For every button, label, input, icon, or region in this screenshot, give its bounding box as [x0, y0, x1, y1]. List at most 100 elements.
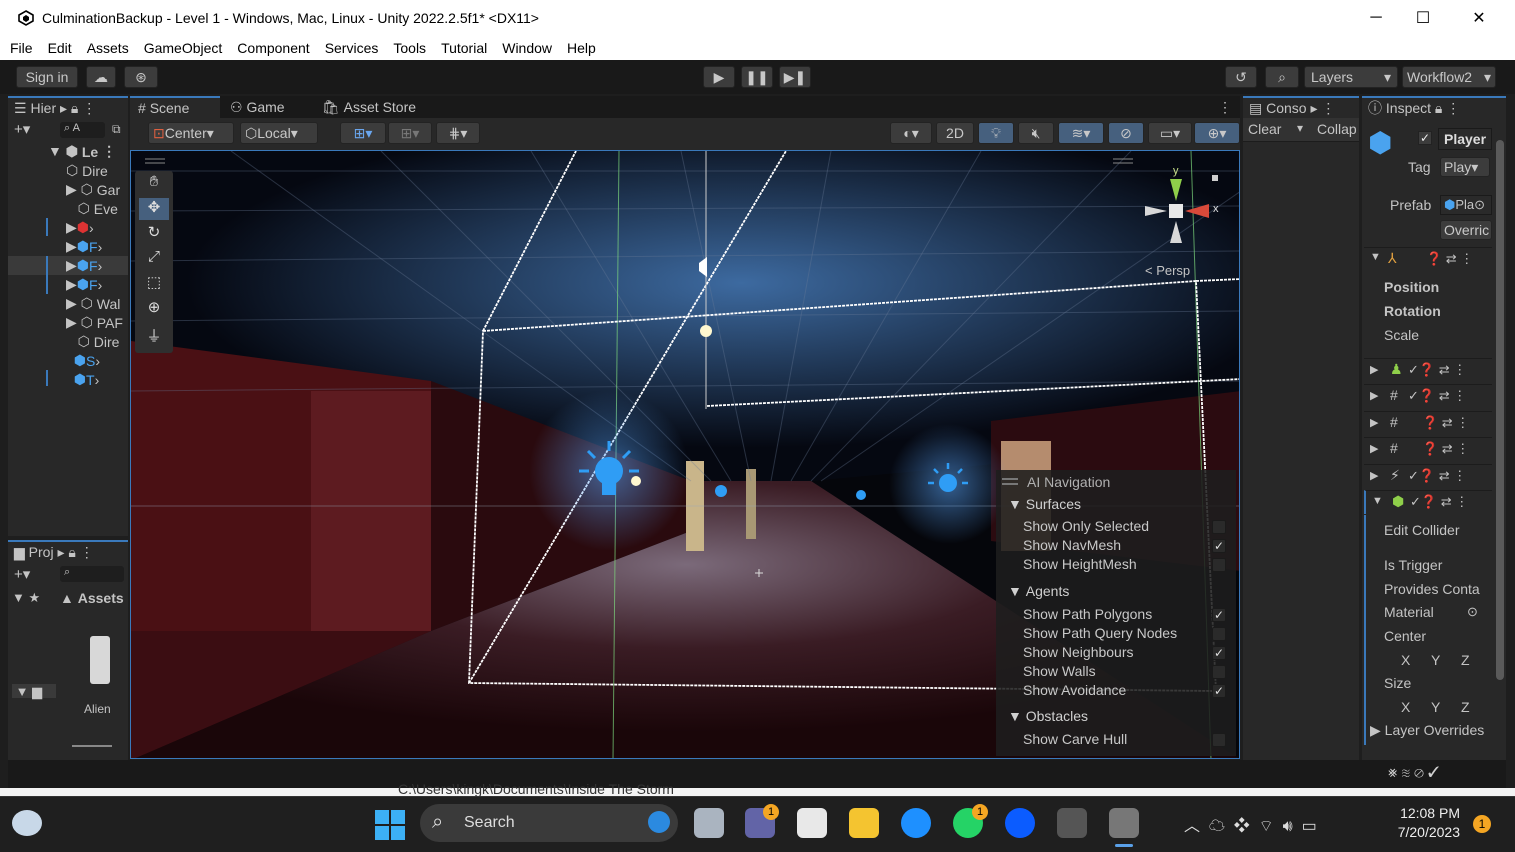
component-header[interactable]: ▶ ⚡︎ ✓❓ ⇄ ⋮: [1364, 464, 1492, 488]
gizmos-dropdown[interactable]: ⊕▾: [1194, 122, 1240, 144]
hierarchy-item[interactable]: ⬢ S ›: [66, 351, 100, 370]
collapse-button[interactable]: Collap: [1317, 121, 1357, 137]
transform-tool-icon[interactable]: ⊕: [139, 298, 169, 320]
show-only-selected-checkbox[interactable]: [1212, 520, 1226, 534]
tab-console[interactable]: ▤ Conso ▸ ⋮: [1243, 96, 1359, 118]
minimize-button[interactable]: ─: [1353, 0, 1399, 36]
tab-asset-store[interactable]: 🛍︎ Asset Store: [322, 96, 432, 118]
menu-tools[interactable]: Tools: [393, 40, 426, 56]
unity-hub-icon[interactable]: [1057, 808, 1087, 838]
component-header[interactable]: ▶ # ✓❓ ⇄ ⋮: [1364, 384, 1492, 408]
show-heightmesh-checkbox[interactable]: [1212, 558, 1226, 572]
hierarchy-item[interactable]: ⬡ Dire: [66, 332, 120, 351]
lock-icon[interactable]: 🔒︎ ⋮: [1431, 100, 1460, 117]
center-x-label[interactable]: X: [1401, 652, 1410, 668]
transform-component-header[interactable]: ▼ ⅄ ❓ ⇄ ⋮: [1364, 247, 1492, 271]
custom-tool-icon[interactable]: ⏚: [139, 325, 169, 347]
clock-time[interactable]: 12:08 PM: [1398, 805, 1460, 821]
store-icon[interactable]: [797, 808, 827, 838]
component-tools-icon[interactable]: ❓ ⇄ ⋮: [1422, 415, 1469, 431]
rotation-label[interactable]: Rotation: [1384, 303, 1441, 319]
pause-button[interactable]: ❚❚: [741, 66, 773, 88]
move-tool-icon[interactable]: ✥: [139, 198, 169, 220]
taskbar-search[interactable]: ⌕ Search: [420, 804, 678, 842]
cloud-icon[interactable]: ☁: [86, 66, 116, 88]
rotate-tool-icon[interactable]: ↻: [139, 223, 169, 245]
object-picker-icon[interactable]: ⊙: [1467, 604, 1478, 620]
tab-project[interactable]: ▆ Proj ▸ 🔒︎ ⋮: [8, 540, 128, 562]
draw-mode-dropdown[interactable]: ◐▾: [890, 122, 932, 144]
component-header[interactable]: ▶ ♟ ✓❓ ⇄ ⋮: [1364, 358, 1492, 382]
active-checkbox[interactable]: ✓: [1418, 131, 1432, 145]
scene-filter-icon[interactable]: ⧉: [112, 122, 121, 137]
notification-badge[interactable]: 1: [1473, 815, 1491, 833]
pivot-dropdown[interactable]: ⊡ Center ▾: [148, 122, 234, 144]
hierarchy-item[interactable]: ▶ ⬢ F ›: [66, 275, 102, 294]
size-y-label[interactable]: Y: [1431, 699, 1440, 715]
hierarchy-search-input[interactable]: ⌕ A: [60, 122, 105, 138]
menu-help[interactable]: Help: [567, 40, 596, 56]
size-x-label[interactable]: X: [1401, 699, 1410, 715]
windows-start-icon[interactable]: [375, 810, 405, 840]
play-button[interactable]: ▶: [703, 66, 735, 88]
layer-overrides-foldout[interactable]: ▶ Layer Overrides: [1370, 722, 1492, 739]
audio-toggle-icon[interactable]: 🔇︎: [1018, 122, 1054, 144]
step-button[interactable]: ▶❚: [779, 66, 811, 88]
collab-icon[interactable]: ⊛: [124, 66, 158, 88]
mode-2d-button[interactable]: 2D: [936, 122, 974, 144]
close-button[interactable]: ✕: [1456, 0, 1502, 36]
unity-editor-icon[interactable]: [1109, 808, 1139, 838]
sign-in-button[interactable]: Sign in: [16, 66, 78, 88]
scale-tool-icon[interactable]: ⤢: [139, 248, 169, 270]
menu-services[interactable]: Services: [325, 40, 379, 56]
component-header[interactable]: ▶ # ❓ ⇄ ⋮: [1364, 411, 1492, 435]
component-tools-icon[interactable]: ✓❓ ⇄ ⋮: [1410, 494, 1468, 510]
surfaces-header[interactable]: ▼ Surfaces: [1008, 496, 1081, 512]
hierarchy-scene-root[interactable]: ▼ ⬢ Le ⋮: [48, 142, 116, 161]
hierarchy-item[interactable]: ▶ ⬢ F ›: [66, 237, 102, 256]
lock-icon[interactable]: ▸ 🔒︎ ⋮: [54, 544, 93, 561]
project-add-button[interactable]: +▾: [14, 565, 30, 583]
zoom-icon[interactable]: [1005, 808, 1035, 838]
favorites-icon[interactable]: ▼ ★: [12, 590, 40, 606]
position-label[interactable]: Position: [1384, 279, 1439, 295]
rect-tool-icon[interactable]: ⬚: [139, 273, 169, 295]
clear-button[interactable]: Clear: [1248, 121, 1281, 137]
projection-label[interactable]: < Persp: [1145, 263, 1190, 278]
overrides-dropdown[interactable]: Overric: [1440, 220, 1492, 240]
search-icon[interactable]: ⌕: [1265, 66, 1299, 88]
menu-gameobject[interactable]: GameObject: [144, 40, 223, 56]
snap-grid-button[interactable]: ⊞▾: [340, 122, 386, 144]
lock-icon[interactable]: ▸ 🔒︎ ⋮: [56, 100, 96, 117]
assets-folder-row[interactable]: ▼ ▆: [12, 684, 56, 699]
hierarchy-item[interactable]: ▶ ⬢ F ›: [66, 256, 102, 275]
object-name-field[interactable]: Player: [1438, 128, 1492, 150]
asset-thumbnail[interactable]: [90, 636, 110, 684]
file-explorer-icon[interactable]: [849, 808, 879, 838]
menu-edit[interactable]: Edit: [48, 40, 72, 56]
show-path-query-nodes-checkbox[interactable]: [1212, 627, 1226, 641]
edit-collider-button[interactable]: Edit Collider: [1384, 522, 1459, 538]
menu-assets[interactable]: Assets: [87, 40, 129, 56]
clock-date[interactable]: 7/20/2023: [1392, 824, 1460, 840]
hierarchy-item[interactable]: ⬡ Eve: [66, 199, 118, 218]
clear-options-icon[interactable]: ▾: [1297, 121, 1303, 135]
project-search-input[interactable]: ⌕: [60, 566, 124, 582]
space-dropdown[interactable]: ⬡ Local ▾: [240, 122, 318, 144]
tag-dropdown[interactable]: Play ▾: [1440, 157, 1490, 177]
add-button[interactable]: +▾: [14, 120, 30, 138]
layers-dropdown[interactable]: Layers ▾: [1304, 66, 1398, 88]
tray-icons[interactable]: ︿ ☁ ❖ ⌔ 🔊︎ ▭: [1184, 812, 1317, 836]
menu-tutorial[interactable]: Tutorial: [441, 40, 487, 56]
hierarchy-item[interactable]: ▶ ⬢ ›: [66, 218, 94, 237]
more-icon[interactable]: ▸ ⋮: [1307, 100, 1335, 117]
size-z-label[interactable]: Z: [1461, 699, 1470, 715]
show-path-polygons-checkbox[interactable]: ✓: [1212, 608, 1226, 622]
show-avoidance-checkbox[interactable]: ✓: [1212, 684, 1226, 698]
menu-window[interactable]: Window: [502, 40, 552, 56]
hierarchy-item[interactable]: ▶ ⬡ PAF: [66, 313, 123, 332]
tab-hierarchy[interactable]: ☰ Hier ▸ 🔒︎ ⋮: [8, 96, 128, 118]
component-tools-icon[interactable]: ❓ ⇄ ⋮: [1422, 441, 1469, 457]
hierarchy-item[interactable]: ⬢ T ›: [66, 370, 99, 389]
effects-dropdown[interactable]: ≋▾: [1058, 122, 1104, 144]
